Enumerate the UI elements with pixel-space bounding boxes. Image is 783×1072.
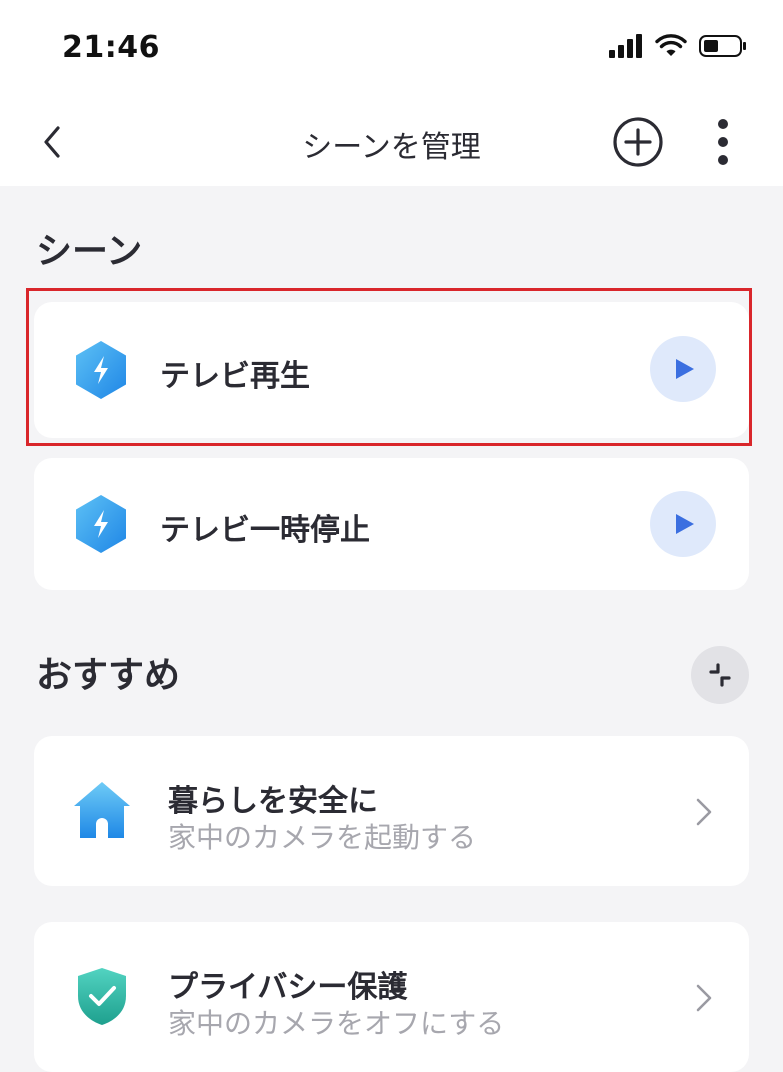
chevron-right-icon [696,984,712,1012]
collapse-icon [709,663,731,687]
home-icon [74,782,130,838]
lightning-hexagon-icon [76,495,126,553]
recommend-title: プライバシー保護 [168,970,408,1005]
scene-card-tv-pause[interactable]: テレビ一時停止 [34,458,749,590]
play-icon [676,514,694,534]
recommend-subtitle: 家中のカメラを起動する [168,821,477,854]
shield-check-icon [78,968,126,1025]
scenes-section-title: シーン [36,231,143,272]
signal-icon [609,34,642,58]
status-icons [609,34,747,58]
battery-icon [699,35,746,57]
page-title: シーンを管理 [302,130,481,165]
recommend-section-title: おすすめ [36,655,181,696]
chevron-right-icon [696,798,712,826]
add-scene-button[interactable] [612,116,664,168]
nav-bar: シーンを管理 [0,100,783,186]
play-scene-button[interactable] [650,491,716,557]
more-button[interactable] [708,116,738,168]
recommend-subtitle: 家中のカメラをオフにする [168,1007,505,1040]
status-bar: 21:46 [0,0,783,100]
plus-circle-icon [613,117,663,167]
scene-label: テレビ一時停止 [160,513,370,548]
recommend-title: 暮らしを安全に [168,784,378,819]
recommend-card-safety[interactable]: 暮らしを安全に 家中のカメラを起動する [34,736,749,886]
wifi-icon [655,34,687,56]
recommend-card-privacy[interactable]: プライバシー保護 家中のカメラをオフにする [34,922,749,1072]
selection-highlight [26,288,752,446]
more-vertical-icon [718,119,728,165]
status-time: 21:46 [62,30,160,65]
collapse-button[interactable] [691,646,749,704]
